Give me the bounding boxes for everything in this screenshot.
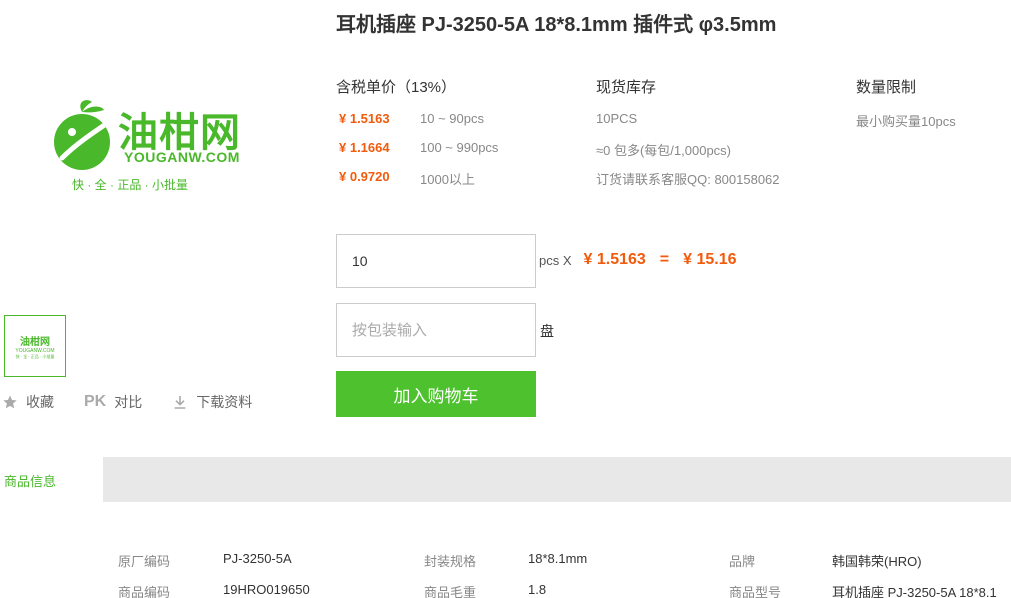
logo-slogan: 快 · 全 · 正品 · 小批量 bbox=[72, 178, 188, 192]
calc-total: ¥ 15.16 bbox=[683, 251, 737, 268]
product-thumbnail[interactable]: 油柑网 YOUGANW.COM 快 · 全 · 正品 · 小批量 bbox=[4, 315, 66, 377]
collect-label: 收藏 bbox=[26, 394, 54, 410]
logo-name-en: YOUGANW.COM bbox=[124, 149, 240, 165]
download-label: 下载资料 bbox=[196, 394, 253, 410]
tab-product-info[interactable]: 商品信息 bbox=[0, 457, 103, 502]
unit-label: pcs X bbox=[539, 252, 572, 268]
detail-value: PJ-3250-5A bbox=[223, 551, 292, 566]
package-unit: 盘 bbox=[540, 323, 554, 339]
stock-header: 现货库存 bbox=[596, 79, 657, 96]
tier-range-3: 1000以上 bbox=[420, 172, 475, 187]
tier-range-2: 100 ~ 990pcs bbox=[420, 140, 499, 155]
detail-value: 耳机插座 PJ-3250-5A 18*8.1 bbox=[832, 585, 997, 598]
download-icon bbox=[172, 394, 188, 410]
detail-key: 封装规格 bbox=[424, 554, 477, 569]
pk-icon: PK bbox=[84, 393, 107, 410]
detail-key: 商品毛重 bbox=[424, 585, 477, 598]
download-button[interactable]: 下载资料 bbox=[172, 392, 252, 412]
collect-button[interactable]: 收藏 bbox=[2, 392, 54, 412]
stock-line-1: 10PCS bbox=[596, 111, 638, 126]
site-logo[interactable]: 油柑网 YOUGANW.COM 快 · 全 · 正品 · 小批量 bbox=[52, 94, 252, 194]
thumb-logo-slogan: 快 · 全 · 正品 · 小批量 bbox=[15, 353, 55, 359]
limit-header: 数量限制 bbox=[856, 79, 917, 96]
detail-key: 品牌 bbox=[729, 554, 756, 569]
limit-text: 最小购买量10pcs bbox=[856, 114, 956, 129]
calc-unit-price: ¥ 1.5163 bbox=[583, 251, 646, 268]
equals-sign: = bbox=[659, 251, 670, 268]
quantity-input[interactable] bbox=[336, 234, 536, 288]
product-title: 耳机插座 PJ-3250-5A 18*8.1mm 插件式 φ3.5mm bbox=[336, 14, 777, 36]
price-calculation: pcs X ¥ 1.5163 = ¥ 15.16 bbox=[539, 251, 737, 269]
tier-price-2: ¥ 1.1664 bbox=[339, 140, 390, 155]
detail-key: 原厂编码 bbox=[118, 554, 171, 569]
detail-value: 1.8 bbox=[528, 582, 547, 597]
product-actions: 收藏 PK 对比 下载资料 bbox=[2, 392, 282, 412]
tab-bar: 商品信息 bbox=[0, 457, 1011, 502]
star-icon bbox=[2, 394, 18, 410]
detail-key: 商品编码 bbox=[118, 585, 171, 598]
stock-line-3: 订货请联系客服QQ: 800158062 bbox=[596, 172, 780, 187]
detail-key: 商品型号 bbox=[729, 585, 782, 598]
detail-value: 18*8.1mm bbox=[528, 551, 588, 566]
thumb-logo-cn: 油柑网 bbox=[20, 336, 50, 348]
tier-range-1: 10 ~ 90pcs bbox=[420, 111, 484, 126]
tier-price-1: ¥ 1.5163 bbox=[339, 111, 390, 126]
compare-button[interactable]: PK 对比 bbox=[84, 392, 142, 412]
compare-label: 对比 bbox=[114, 394, 143, 410]
package-input[interactable] bbox=[336, 303, 536, 357]
stock-line-2: ≈0 包多(每包/1,000pcs) bbox=[596, 143, 732, 158]
tier-price-3: ¥ 0.9720 bbox=[339, 169, 390, 184]
detail-value: 韩国韩荣(HRO) bbox=[832, 554, 922, 569]
orange-fruit-icon bbox=[54, 100, 115, 170]
detail-value: 19HRO019650 bbox=[223, 582, 310, 597]
price-header: 含税单价（13%） bbox=[336, 79, 457, 96]
add-to-cart-button[interactable]: 加入购物车 bbox=[336, 371, 536, 417]
